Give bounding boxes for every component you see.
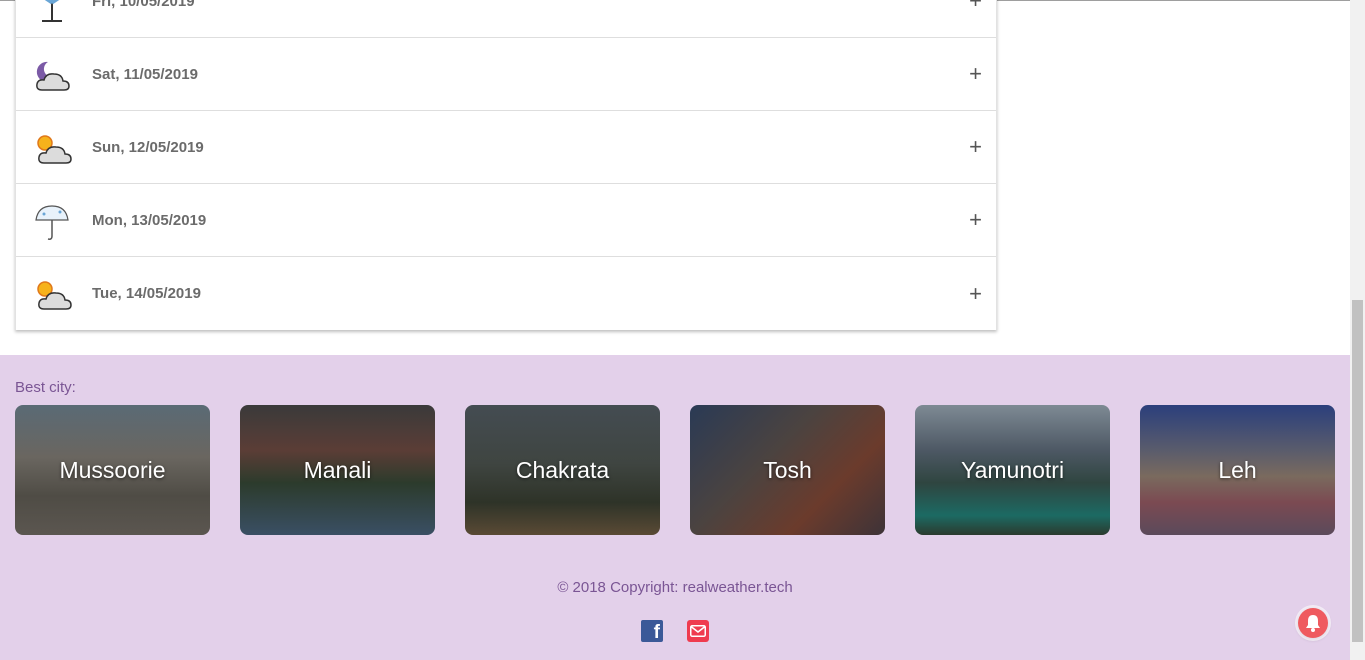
forecast-date: Mon, 13/05/2019 xyxy=(92,211,207,229)
expand-icon[interactable]: + xyxy=(969,0,982,12)
night-cloudy-icon xyxy=(36,61,70,91)
forecast-date: Tue, 14/05/2019 xyxy=(92,285,201,302)
expand-icon[interactable]: + xyxy=(969,209,982,231)
city-cards: Mussoorie Manali Chakrata Tosh Yamunotri… xyxy=(15,405,1335,535)
city-card-yamunotri[interactable]: Yamunotri xyxy=(915,405,1110,535)
forecast-row[interactable]: Mon, 13/05/2019 + xyxy=(16,184,996,257)
page: Fri, 10/05/2019 + Sat, 11/05/2019 + Sun,… xyxy=(0,0,1365,660)
city-name: Manali xyxy=(303,456,372,483)
best-city-label: Best city: xyxy=(15,379,76,396)
forecast-date: Sat, 11/05/2019 xyxy=(92,65,198,83)
city-card-leh[interactable]: Leh xyxy=(1140,405,1335,535)
city-name: Leh xyxy=(1218,456,1257,483)
forecast-row[interactable]: Tue, 14/05/2019 + xyxy=(16,257,996,330)
bell-icon xyxy=(1306,615,1320,632)
rain-umbrella-icon xyxy=(35,205,69,240)
scrollbar[interactable] xyxy=(1350,0,1365,660)
city-card-chakrata[interactable]: Chakrata xyxy=(465,405,660,535)
city-card-tosh[interactable]: Tosh xyxy=(690,405,885,535)
facebook-icon[interactable]: f xyxy=(641,620,663,642)
forecast-row[interactable]: Sun, 12/05/2019 + xyxy=(16,111,996,184)
footer: Best city: Mussoorie Manali Chakrata Tos… xyxy=(0,355,1350,660)
forecast-row[interactable]: Sat, 11/05/2019 + xyxy=(16,38,996,111)
partly-sunny-icon xyxy=(37,281,72,310)
windy-icon xyxy=(42,0,62,22)
forecast-date: Sun, 12/05/2019 xyxy=(92,138,204,156)
scrollbar-thumb[interactable] xyxy=(1352,300,1363,642)
city-name: Yamunotri xyxy=(960,456,1065,483)
expand-icon[interactable]: + xyxy=(969,136,982,158)
copyright-text: © 2018 Copyright: realweather.tech xyxy=(557,579,793,596)
city-name: Chakrata xyxy=(515,456,610,483)
forecast-date: Fri, 10/05/2019 xyxy=(92,0,195,10)
city-card-mussoorie[interactable]: Mussoorie xyxy=(15,405,210,535)
city-name: Mussoorie xyxy=(59,456,166,483)
expand-icon[interactable]: + xyxy=(969,282,982,305)
city-card-manali[interactable]: Manali xyxy=(240,405,435,535)
notification-bell-button[interactable] xyxy=(1298,608,1328,638)
city-name: Tosh xyxy=(763,456,812,483)
expand-icon[interactable]: + xyxy=(969,63,982,85)
forecast-list: Fri, 10/05/2019 + Sat, 11/05/2019 + Sun,… xyxy=(15,0,997,330)
forecast-row[interactable]: Fri, 10/05/2019 + xyxy=(16,0,996,38)
social-links: f xyxy=(641,620,709,642)
email-icon[interactable] xyxy=(687,620,709,642)
partly-sunny-icon xyxy=(37,135,72,164)
